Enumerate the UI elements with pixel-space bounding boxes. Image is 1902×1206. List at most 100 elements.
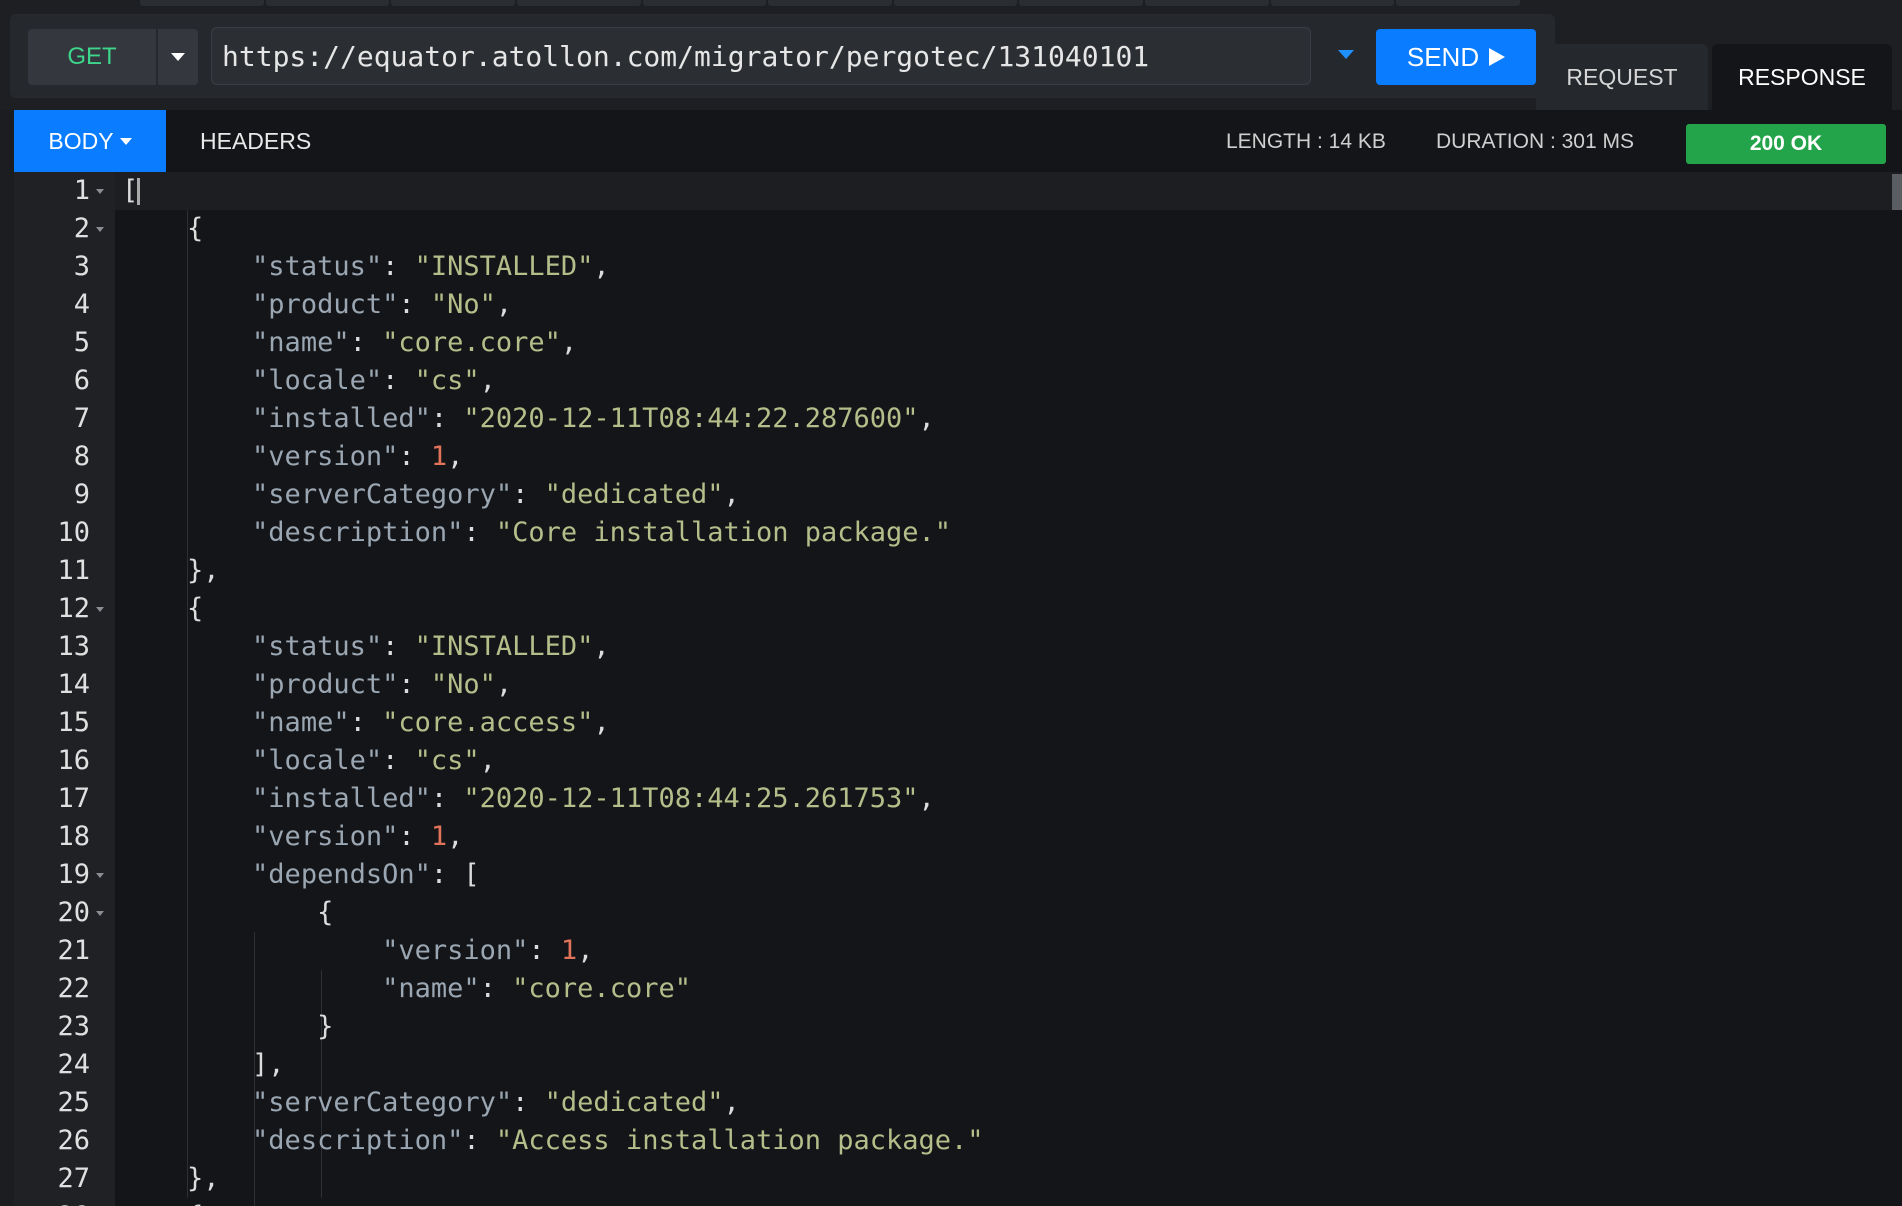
editor-scrollbar[interactable] (1892, 174, 1902, 210)
code-token: : (398, 669, 431, 700)
tab-request[interactable]: REQUEST (1536, 44, 1708, 110)
code-token: } (122, 1011, 334, 1042)
code-token: { (122, 1201, 203, 1206)
method-dropdown-toggle[interactable] (158, 29, 198, 85)
code-token: { (122, 897, 334, 928)
active-line-highlight (115, 172, 1902, 210)
line-number: 11 (57, 555, 90, 586)
code-token: "status" (252, 251, 383, 282)
url-history-dropdown-icon[interactable] (1338, 50, 1354, 59)
code-token: "locale" (252, 745, 383, 776)
code-token: , (447, 441, 464, 472)
code-token: "product" (252, 289, 399, 320)
code-token: "cs" (414, 365, 480, 396)
code-token: , (577, 935, 594, 966)
code-token: }, (122, 1163, 220, 1194)
code-token: , (593, 707, 610, 738)
line-number: 24 (57, 1049, 90, 1080)
code-token: "INSTALLED" (414, 251, 594, 282)
code-token: : (349, 327, 383, 358)
code-token: "installed" (252, 783, 431, 814)
line-number: 12 (57, 593, 90, 624)
body-tab-label: BODY (48, 127, 114, 154)
code-token: "description" (252, 1125, 464, 1156)
code-token: }, (122, 555, 220, 586)
code-token: : (463, 517, 496, 548)
code-token: , (723, 1087, 740, 1118)
code-token: : (528, 935, 561, 966)
line-number: 3 (73, 251, 90, 282)
fold-toggle-icon[interactable] (96, 189, 104, 194)
code-text: }, (122, 1160, 220, 1198)
http-method-button[interactable]: GET (28, 29, 156, 85)
code-token: "Access installation package." (495, 1125, 984, 1156)
line-number: 16 (57, 745, 90, 776)
code-token: "version" (252, 441, 399, 472)
code-text: "description": "Access installation pack… (122, 1122, 984, 1160)
code-token: : (463, 1125, 496, 1156)
code-token: { (122, 593, 204, 624)
code-token: : (382, 631, 415, 662)
code-text: "product": "No", (122, 666, 512, 704)
code-token: 1 (560, 935, 578, 966)
line-number: 25 (57, 1087, 90, 1118)
fold-toggle-icon[interactable] (96, 227, 104, 232)
line-number: 15 (57, 707, 90, 738)
code-token: "core.access" (382, 707, 594, 738)
code-token: , (560, 327, 578, 358)
code-token: "name" (252, 327, 350, 358)
url-input[interactable] (211, 27, 1311, 85)
fold-toggle-icon[interactable] (96, 873, 104, 878)
response-length: LENGTH : 14 KB (1226, 130, 1386, 153)
code-token: "Core installation package." (495, 517, 952, 548)
body-tab-button[interactable]: BODY (14, 110, 166, 172)
code-text: "description": "Core installation packag… (122, 514, 951, 552)
code-text: } (122, 1008, 333, 1046)
code-token: : (382, 745, 415, 776)
tab-response[interactable]: RESPONSE (1712, 44, 1892, 110)
code-text: "installed": "2020-12-11T08:44:22.287600… (122, 400, 935, 438)
headers-tab[interactable]: HEADERS (180, 110, 331, 172)
code-token: , (918, 403, 935, 434)
send-arrow-icon (1489, 48, 1506, 66)
code-token: , (593, 631, 610, 662)
code-text: "name": "core.core" (122, 970, 691, 1008)
line-number: 22 (57, 973, 90, 1004)
fold-toggle-icon[interactable] (96, 911, 104, 916)
line-number: 2 (73, 213, 90, 244)
code-text: }, (122, 552, 220, 590)
code-token: , (495, 669, 513, 700)
line-number: 21 (57, 935, 90, 966)
code-text: "version": 1, (122, 438, 463, 476)
code-token: "installed" (252, 403, 431, 434)
code-text: { (122, 894, 333, 932)
window-tab-strip (140, 0, 1521, 6)
code-token: "cs" (414, 745, 480, 776)
code-text: "locale": "cs", (122, 362, 496, 400)
code-token: , (918, 783, 935, 814)
code-token: { (122, 213, 204, 244)
code-text: ], (122, 1046, 285, 1084)
code-token: "locale" (252, 365, 383, 396)
code-text: "status": "INSTALLED", (122, 248, 610, 286)
code-text: "status": "INSTALLED", (122, 628, 610, 666)
fold-toggle-icon[interactable] (96, 607, 104, 612)
code-token: : (479, 973, 513, 1004)
code-token: : (382, 365, 415, 396)
code-text: "name": "core.core", (122, 324, 577, 362)
code-token: "INSTALLED" (414, 631, 594, 662)
code-text: "name": "core.access", (122, 704, 610, 742)
response-body-editor[interactable]: 1 [2 {3 "status": "INSTALLED", 4 "product"… (14, 172, 1902, 1206)
send-button[interactable]: SEND (1376, 29, 1536, 85)
code-text: "dependsOn": [ (122, 856, 480, 894)
code-token: : (398, 821, 431, 852)
